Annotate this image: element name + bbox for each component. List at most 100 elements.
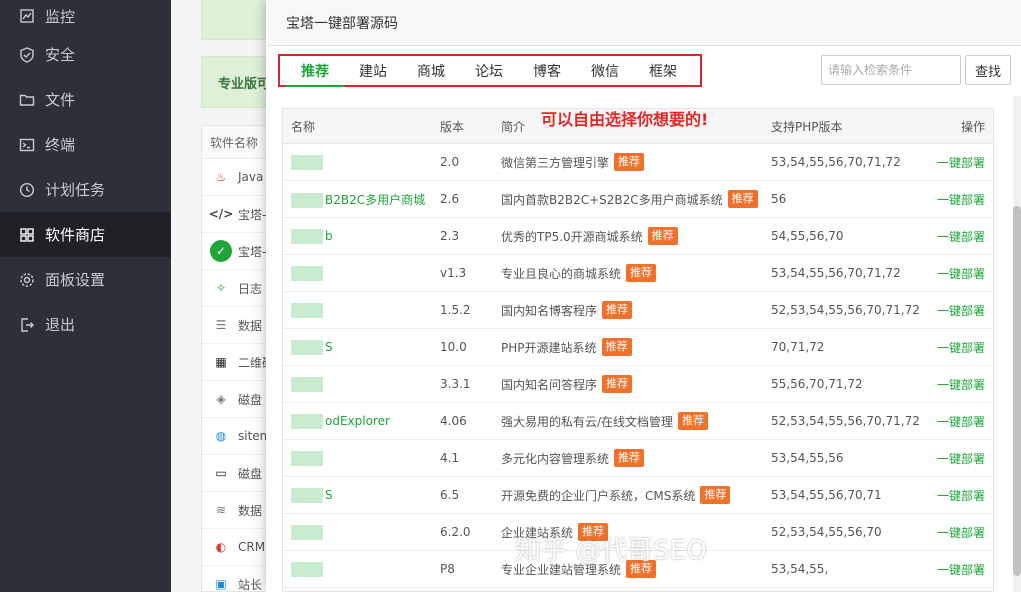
gear-icon <box>18 271 36 289</box>
tab-framework[interactable]: 框架 <box>634 56 692 85</box>
row-name <box>291 302 431 318</box>
sidebar-item-logout[interactable]: 退出 <box>0 302 171 347</box>
sidebar-item-security[interactable]: 安全 <box>0 32 171 77</box>
deploy-button[interactable]: 一键部署 <box>937 154 985 171</box>
sidebar-item-label: 文件 <box>45 91 76 109</box>
table-body: 2.0 微信第三方管理引擎 推荐 53,54,55,56,70,71,72 一键部署 B2… <box>283 144 993 588</box>
tab-recommended[interactable]: 推荐 <box>286 56 344 87</box>
tab-forum[interactable]: 论坛 <box>460 56 518 85</box>
row-name: odExplorer <box>291 413 431 429</box>
row-version: 4.1 <box>440 451 460 465</box>
row-name: S <box>291 487 431 503</box>
row-php: 52,53,54,55,56,70,71,72 <box>771 303 920 317</box>
row-php: 53,54,55,56 <box>771 451 844 465</box>
folder-icon <box>18 91 36 109</box>
table-row: B2B2C多用户商城 2.6 国内首款B2B2C+S2B2C多用户商城系统 推荐 56 一… <box>283 181 993 218</box>
drive-icon: ▭ <box>215 466 227 480</box>
row-php: 53,54,55,56,70,71,72 <box>771 155 901 169</box>
recommend-badge: 推荐 <box>601 338 632 356</box>
deploy-button[interactable]: 一键部署 <box>937 413 985 430</box>
tab-site[interactable]: 建站 <box>344 56 402 85</box>
blurred-logo <box>291 376 323 392</box>
scrollbar-thumb[interactable] <box>1013 206 1021 576</box>
row-desc: 专业且良心的商城系统 推荐 <box>501 264 771 282</box>
deploy-button[interactable]: 一键部署 <box>937 376 985 393</box>
blurred-logo <box>291 192 323 208</box>
row-desc: 开源免费的企业门户系统，CMS系统 推荐 <box>501 486 771 504</box>
row-desc: PHP开源建站系统 推荐 <box>501 338 771 356</box>
row-desc: 专业企业建站管理系统 推荐 <box>501 560 771 578</box>
recommend-badge: 推荐 <box>614 449 645 467</box>
row-version: 2.6 <box>440 192 460 206</box>
tab-blog[interactable]: 博客 <box>518 56 576 85</box>
deploy-button[interactable]: 一键部署 <box>937 228 985 245</box>
deploy-button[interactable]: 一键部署 <box>937 302 985 319</box>
row-name <box>291 154 431 170</box>
sidebar-item-label: 监控 <box>45 7 76 26</box>
blurred-logo <box>291 413 323 429</box>
disk-icon: ◈ <box>216 392 226 406</box>
tab-shop[interactable]: 商城 <box>402 56 460 85</box>
recommend-badge: 推荐 <box>727 190 758 208</box>
row-php: 70,71,72 <box>771 340 825 354</box>
sidebar-item-settings[interactable]: 面板设置 <box>0 257 171 302</box>
row-php: 55,56,70,71,72 <box>771 377 863 391</box>
table-row: odExplorer 4.06 强大易用的私有云/在线文档管理 推荐 52,53,54,… <box>283 403 993 440</box>
row-desc: 强大易用的私有云/在线文档管理 推荐 <box>501 412 771 430</box>
row-desc: 优秀的TP5.0开源商城系统 推荐 <box>501 227 771 245</box>
header-version: 版本 <box>440 119 465 134</box>
row-name: b <box>291 228 431 244</box>
deploy-button[interactable]: 一键部署 <box>937 339 985 356</box>
row-version: 6.2.0 <box>440 525 471 539</box>
sidebar-item-files[interactable]: 文件 <box>0 77 171 122</box>
deploy-table: 名称 版本 简介 支持PHP版本 操作 2.0 微信第三方管理引擎 推荐 53,54,… <box>282 108 994 592</box>
blurred-logo <box>291 265 323 281</box>
table-row: 2.0 微信第三方管理引擎 推荐 53,54,55,56,70,71,72 一键部署 <box>283 144 993 181</box>
recommend-badge: 推荐 <box>626 264 657 282</box>
mysql-icon: ≋ <box>215 503 227 517</box>
header-name: 名称 <box>291 119 316 134</box>
java-icon: ♨ <box>215 170 227 184</box>
scrollbar[interactable] <box>1013 96 1021 592</box>
deploy-button[interactable]: 一键部署 <box>937 524 985 541</box>
sidebar-item-monitor[interactable]: 监控 <box>0 0 171 32</box>
sidebar-item-label: 终端 <box>45 136 76 154</box>
row-php: 54,55,56,70 <box>771 229 844 243</box>
annotation-text: 可以自由选择你想要的! <box>541 110 709 129</box>
row-version: 6.5 <box>440 488 460 502</box>
row-name <box>291 450 431 466</box>
deploy-button[interactable]: 一键部署 <box>937 450 985 467</box>
recommend-badge: 推荐 <box>626 560 657 578</box>
search-button[interactable]: 查找 <box>965 55 1011 85</box>
sidebar-item-terminal[interactable]: 终端 <box>0 122 171 167</box>
row-version: P8 <box>440 562 455 576</box>
sidebar-item-cron[interactable]: 计划任务 <box>0 167 171 212</box>
deploy-button[interactable]: 一键部署 <box>937 487 985 504</box>
table-row: 3.3.1 国内知名问答程序 推荐 55,56,70,71,72 一键部署 <box>283 366 993 403</box>
deploy-button[interactable]: 一键部署 <box>937 191 985 208</box>
tab-wechat[interactable]: 微信 <box>576 56 634 85</box>
sidebar-item-store[interactable]: 软件商店 <box>0 212 171 257</box>
blurred-logo <box>291 302 323 318</box>
table-row: v1.3 专业且良心的商城系统 推荐 53,54,55,56,70,71,72 一键部署 <box>283 255 993 292</box>
modal-title: 宝塔一键部署源码 <box>266 0 1021 46</box>
row-desc: 多元化内容管理系统 推荐 <box>501 449 771 467</box>
row-version: 3.3.1 <box>440 377 471 391</box>
broom-icon: ✧ <box>215 281 227 295</box>
monitor-icon <box>18 7 36 25</box>
code-icon: </> <box>208 207 234 221</box>
table-row: P8 专业企业建站管理系统 推荐 53,54,55, 一键部署 <box>283 551 993 588</box>
deploy-button[interactable]: 一键部署 <box>937 265 985 282</box>
row-php: 53,54,55,56,70,71,72 <box>771 266 901 280</box>
sidebar: 监控 安全 文件 终端 计划任务 软件商店 面板设置 退出 <box>0 0 171 592</box>
grid-icon <box>18 226 36 244</box>
search-input[interactable] <box>821 55 961 85</box>
blurred-logo <box>291 487 323 503</box>
recommend-badge: 推荐 <box>614 153 645 171</box>
deploy-button[interactable]: 一键部署 <box>937 561 985 578</box>
window-icon: ▣ <box>215 577 227 591</box>
category-tabs: 推荐 建站 商城 论坛 博客 微信 框架 <box>278 54 702 87</box>
table-row: S 10.0 PHP开源建站系统 推荐 70,71,72 一键部署 <box>283 329 993 366</box>
recommend-badge: 推荐 <box>578 523 609 541</box>
row-version: 4.06 <box>440 414 467 428</box>
